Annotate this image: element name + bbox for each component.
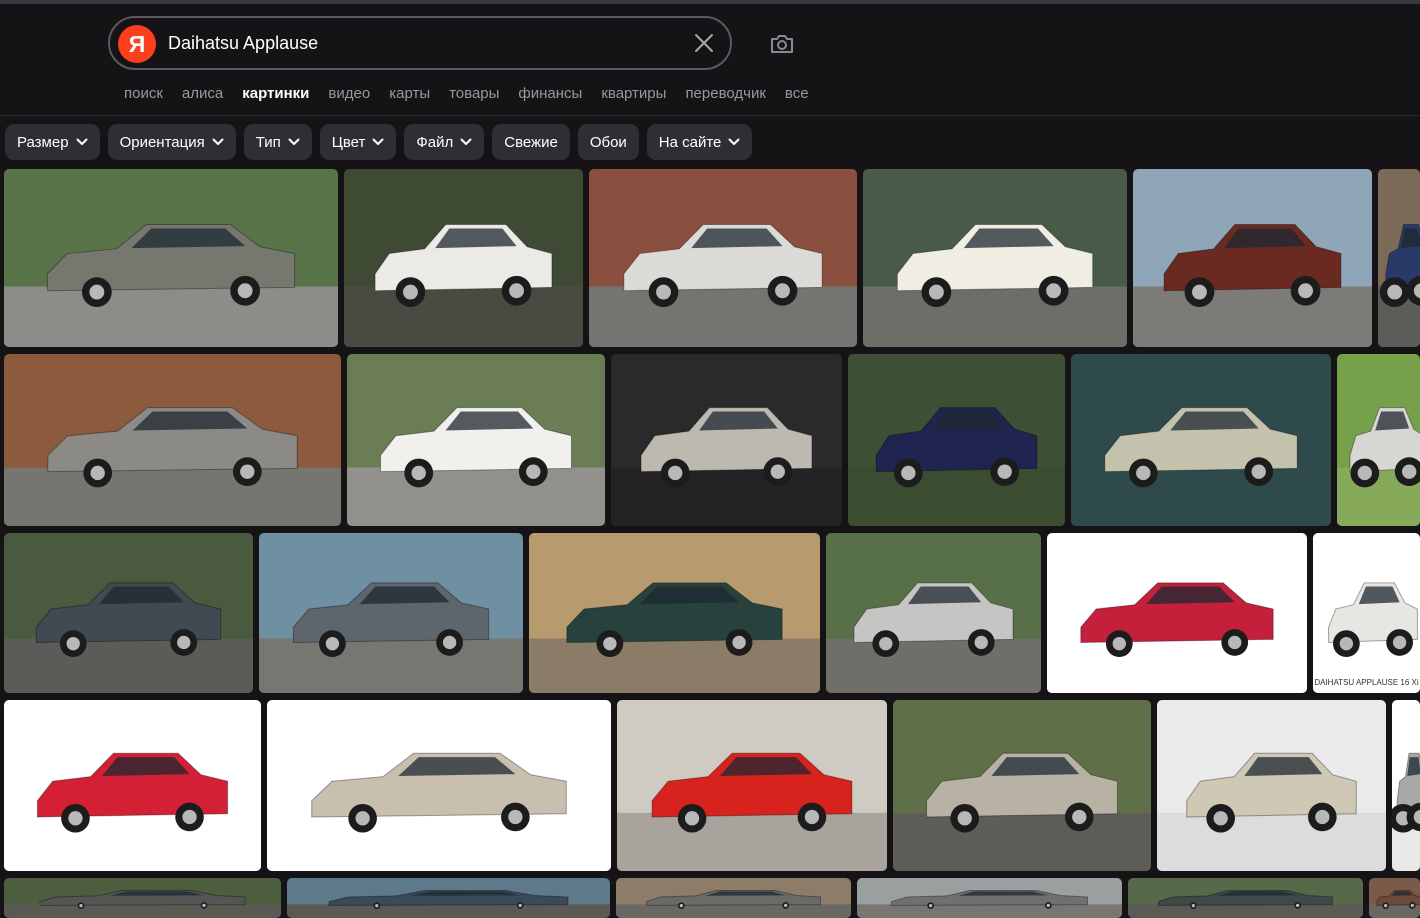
car-photo bbox=[848, 354, 1065, 526]
image-result[interactable] bbox=[1128, 878, 1363, 918]
image-result[interactable] bbox=[893, 700, 1151, 871]
image-results-grid: DAIHATSU APPLAUSE 16 Xi bbox=[0, 0, 1420, 918]
image-result[interactable] bbox=[259, 533, 523, 693]
image-result[interactable] bbox=[589, 169, 857, 347]
image-result[interactable] bbox=[1157, 700, 1386, 871]
car-photo bbox=[4, 354, 341, 526]
car-photo bbox=[857, 878, 1122, 918]
car-photo bbox=[4, 700, 261, 871]
image-result[interactable] bbox=[4, 533, 253, 693]
image-result[interactable] bbox=[4, 169, 338, 347]
image-result[interactable] bbox=[1378, 169, 1420, 347]
image-result[interactable] bbox=[4, 878, 281, 918]
image-result[interactable] bbox=[1133, 169, 1372, 347]
car-photo bbox=[616, 878, 851, 918]
image-result[interactable] bbox=[848, 354, 1065, 526]
car-photo bbox=[344, 169, 583, 347]
car-photo bbox=[267, 700, 611, 871]
image-result[interactable] bbox=[267, 700, 611, 871]
image-result[interactable] bbox=[857, 878, 1122, 918]
image-result[interactable] bbox=[347, 354, 605, 526]
image-result[interactable] bbox=[4, 700, 261, 871]
image-result[interactable] bbox=[617, 700, 887, 871]
car-photo bbox=[529, 533, 820, 693]
image-result[interactable] bbox=[287, 878, 610, 918]
car-photo bbox=[1071, 354, 1331, 526]
image-result[interactable]: DAIHATSU APPLAUSE 16 Xi bbox=[1313, 533, 1420, 693]
image-result[interactable] bbox=[1047, 533, 1307, 693]
car-photo bbox=[826, 533, 1041, 693]
image-result[interactable] bbox=[344, 169, 583, 347]
image-caption: DAIHATSU APPLAUSE 16 Xi bbox=[1314, 678, 1419, 687]
car-photo bbox=[617, 700, 887, 871]
image-result[interactable] bbox=[616, 878, 851, 918]
car-photo bbox=[1313, 533, 1420, 693]
car-photo bbox=[4, 169, 338, 347]
image-result[interactable] bbox=[826, 533, 1041, 693]
image-result[interactable] bbox=[1337, 354, 1420, 526]
car-photo bbox=[287, 878, 610, 918]
car-photo bbox=[4, 878, 281, 918]
car-photo bbox=[1337, 354, 1420, 526]
car-photo bbox=[1157, 700, 1386, 871]
car-photo bbox=[611, 354, 842, 526]
car-photo bbox=[893, 700, 1151, 871]
car-photo bbox=[863, 169, 1127, 347]
car-photo bbox=[4, 533, 253, 693]
car-photo bbox=[589, 169, 857, 347]
car-photo bbox=[259, 533, 523, 693]
car-photo bbox=[1369, 878, 1420, 918]
image-result[interactable] bbox=[863, 169, 1127, 347]
image-result[interactable] bbox=[1071, 354, 1331, 526]
car-photo bbox=[1378, 169, 1420, 347]
car-photo bbox=[347, 354, 605, 526]
car-photo bbox=[1392, 700, 1420, 871]
image-result[interactable] bbox=[529, 533, 820, 693]
car-photo bbox=[1047, 533, 1307, 693]
image-result[interactable] bbox=[4, 354, 341, 526]
image-result[interactable] bbox=[1392, 700, 1420, 871]
car-photo bbox=[1133, 169, 1372, 347]
image-result[interactable] bbox=[1369, 878, 1420, 918]
image-result[interactable] bbox=[611, 354, 842, 526]
car-photo bbox=[1128, 878, 1363, 918]
